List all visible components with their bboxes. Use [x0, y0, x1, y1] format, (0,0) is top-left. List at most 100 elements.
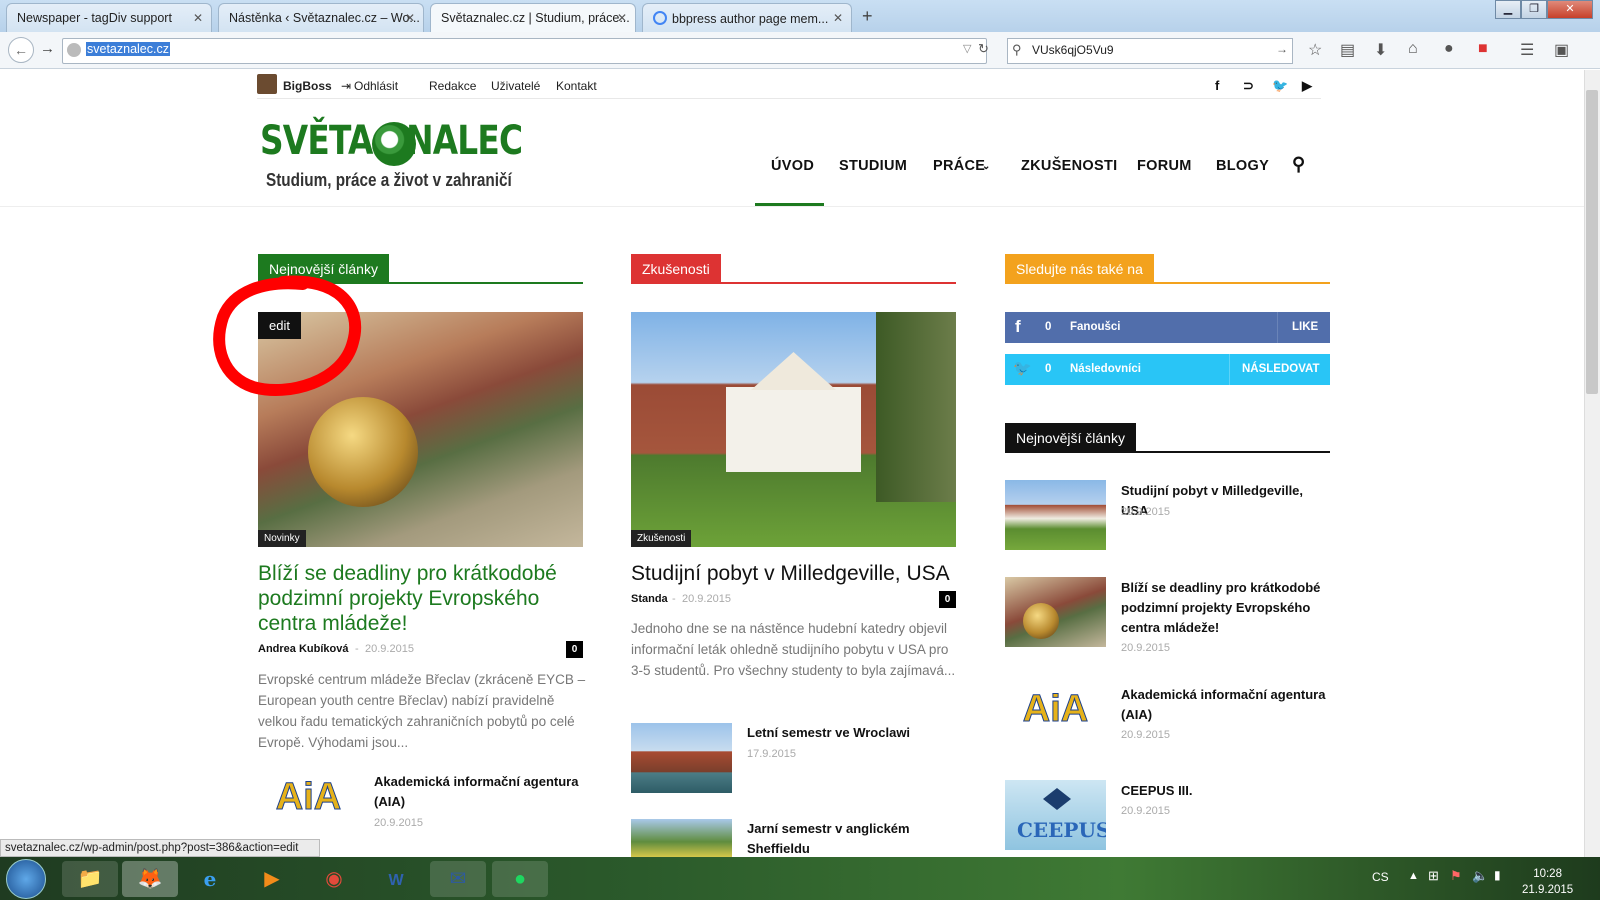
extension-icon[interactable]: ▣ — [1554, 40, 1569, 60]
ceepus-logo-icon: CEEPUS — [1017, 818, 1106, 842]
maximize-button[interactable]: ❐ — [1521, 0, 1547, 19]
thunderbird-icon[interactable]: ✉ — [430, 861, 486, 897]
thumbnail-milledgeville[interactable] — [1005, 480, 1106, 550]
block-heading-line — [1005, 451, 1330, 453]
twitter-icon[interactable]: 🐦 — [1272, 78, 1288, 94]
addon-icon[interactable]: ■ — [1478, 40, 1488, 58]
media-player-icon[interactable]: ▶ — [244, 861, 300, 897]
taskbar-clock[interactable]: 10:28 21.9.2015 — [1522, 866, 1573, 898]
forward-button[interactable]: → — [40, 40, 55, 57]
topmenu-redakce[interactable]: Redakce — [429, 79, 476, 93]
sidebar-article-title[interactable]: CEEPUS III. — [1121, 781, 1331, 801]
tab-label: Newspaper - tagDiv support — [17, 11, 172, 25]
tree — [876, 312, 956, 502]
menu-icon[interactable]: ☰ — [1520, 40, 1534, 60]
clock-time: 10:28 — [1533, 868, 1562, 880]
topmenu-kontakt[interactable]: Kontakt — [556, 79, 597, 93]
spotify-icon[interactable]: ● — [492, 861, 548, 897]
article-author[interactable]: Standa — [631, 593, 668, 605]
explorer-icon[interactable]: 📁 — [62, 861, 118, 897]
search-input[interactable]: VUsk6qjO5Vu9 — [1032, 43, 1114, 57]
thumbnail-sheffield[interactable] — [631, 819, 732, 857]
tab-newspaper-support[interactable]: Newspaper - tagDiv support ✕ — [6, 3, 212, 32]
sidebar-article-title[interactable]: Akademická informační agentura (AIA) — [1121, 685, 1331, 725]
back-button[interactable]: ← — [8, 37, 34, 63]
block-heading-line — [1005, 282, 1330, 284]
nav-prace[interactable]: PRÁCE — [933, 158, 985, 174]
sidebar-article-title[interactable]: Blíží se deadliny pro krátkodobé podzimn… — [1121, 578, 1331, 638]
facebook-like-button[interactable]: LIKE — [1292, 321, 1318, 333]
close-icon[interactable]: ✕ — [833, 11, 843, 25]
tab-bbpress[interactable]: bbpress author page mem... ✕ — [642, 3, 852, 32]
thumbnail-ceepus[interactable]: CEEPUS — [1005, 780, 1106, 850]
category-badge[interactable]: Novinky — [258, 530, 306, 547]
divider — [1229, 354, 1230, 385]
dropdown-icon[interactable]: ▽ — [963, 42, 971, 55]
twitter-follow-bar[interactable]: 🐦 0 Následovníci NÁSLEDOVAT — [1005, 354, 1330, 385]
nav-zkusenosti[interactable]: ZKUŠENOSTI — [1021, 158, 1117, 174]
chrome-icon[interactable]: ◉ — [306, 861, 362, 897]
tray-expand-icon[interactable]: ▲ — [1408, 870, 1419, 882]
aia-logo-icon: AiA — [275, 776, 342, 819]
nav-studium[interactable]: STUDIUM — [839, 158, 907, 174]
network-icon[interactable]: ▮ — [1494, 868, 1501, 882]
comment-count[interactable]: 0 — [566, 641, 583, 658]
download-icon[interactable]: ⬇ — [1374, 40, 1387, 60]
avatar[interactable] — [257, 74, 277, 94]
tab-svetaznalec[interactable]: Světaznalec.cz | Studium, práce... ✕ — [430, 3, 636, 32]
twitter-label: Následovníci — [1070, 363, 1141, 375]
article-author[interactable]: Andrea Kubíková — [258, 643, 348, 655]
close-icon[interactable]: ✕ — [405, 11, 415, 25]
logout-link[interactable]: Odhlásit — [354, 79, 398, 93]
chat-icon[interactable]: ● — [1444, 40, 1454, 58]
nav-forum[interactable]: FORUM — [1137, 158, 1192, 174]
windows-flag-icon[interactable]: ⊞ — [1428, 868, 1439, 884]
search-icon[interactable]: ⚲ — [1292, 154, 1305, 175]
small-article-title[interactable]: Jarní semestr v anglickém Sheffieldu — [747, 819, 957, 859]
sidebar-article-date: 20.9.2015 — [1121, 805, 1170, 817]
close-icon[interactable]: ✕ — [193, 11, 203, 25]
nav-blogy[interactable]: BLOGY — [1216, 158, 1269, 174]
reload-icon[interactable]: ↻ — [978, 41, 989, 57]
article-title[interactable]: Studijní pobyt v Milledgeville, USA — [631, 561, 961, 586]
thumbnail-aia[interactable]: AiA — [258, 772, 359, 842]
user-name[interactable]: BigBoss — [283, 79, 332, 93]
article-image[interactable] — [631, 312, 956, 547]
url-bar[interactable] — [62, 38, 987, 64]
close-icon[interactable]: ✕ — [617, 11, 627, 25]
facebook-icon[interactable]: f — [1215, 78, 1219, 93]
facebook-follow-bar[interactable]: f 0 Fanoušci LIKE — [1005, 312, 1330, 343]
category-badge[interactable]: Zkušenosti — [631, 530, 692, 547]
thumbnail-aia[interactable]: AiA — [1005, 684, 1106, 754]
scrollbar-thumb[interactable] — [1586, 90, 1598, 394]
action-center-icon[interactable]: ⚑ — [1450, 868, 1462, 884]
small-article-title[interactable]: Letní semestr ve Wroclawi — [747, 723, 957, 743]
volume-icon[interactable]: 🔈 — [1472, 868, 1488, 884]
start-button[interactable] — [6, 859, 46, 899]
thumbnail-deadliny[interactable] — [1005, 577, 1106, 647]
nav-uvod[interactable]: ÚVOD — [771, 158, 814, 174]
rss-icon[interactable]: ⊃ — [1243, 78, 1254, 94]
word-icon[interactable]: W — [368, 861, 424, 897]
meta-separator: - — [672, 593, 676, 605]
new-tab-button[interactable]: + — [862, 6, 873, 27]
youtube-icon[interactable]: ▶ — [1302, 78, 1312, 94]
home-icon[interactable]: ⌂ — [1408, 40, 1418, 58]
reading-list-icon[interactable]: ▤ — [1340, 40, 1355, 60]
minimize-button[interactable]: ▁ — [1495, 0, 1521, 19]
bookmark-star-icon[interactable]: ☆ — [1308, 40, 1322, 60]
logout-icon: ⇥ — [341, 79, 352, 93]
language-indicator[interactable]: CS — [1372, 870, 1389, 884]
small-article-title[interactable]: Akademická informační agentura (AIA) — [374, 772, 584, 812]
url-text[interactable]: svetaznalec.cz — [86, 42, 170, 56]
thumbnail-wroclaw[interactable] — [631, 723, 732, 793]
firefox-icon[interactable]: 🦊 — [122, 861, 178, 897]
search-go-icon[interactable]: → — [1276, 42, 1288, 56]
close-window-button[interactable]: ✕ — [1547, 0, 1593, 19]
article-title[interactable]: Blíží se deadliny pro krátkodobé podzimn… — [258, 561, 588, 636]
twitter-follow-button[interactable]: NÁSLEDOVAT — [1242, 363, 1320, 375]
comment-count[interactable]: 0 — [939, 591, 956, 608]
topmenu-uzivatele[interactable]: Uživatelé — [491, 79, 540, 93]
tab-nastenka[interactable]: Nástěnka ‹ Světaznalec.cz – Wo... ✕ — [218, 3, 424, 32]
internet-explorer-icon[interactable]: e — [182, 861, 238, 897]
